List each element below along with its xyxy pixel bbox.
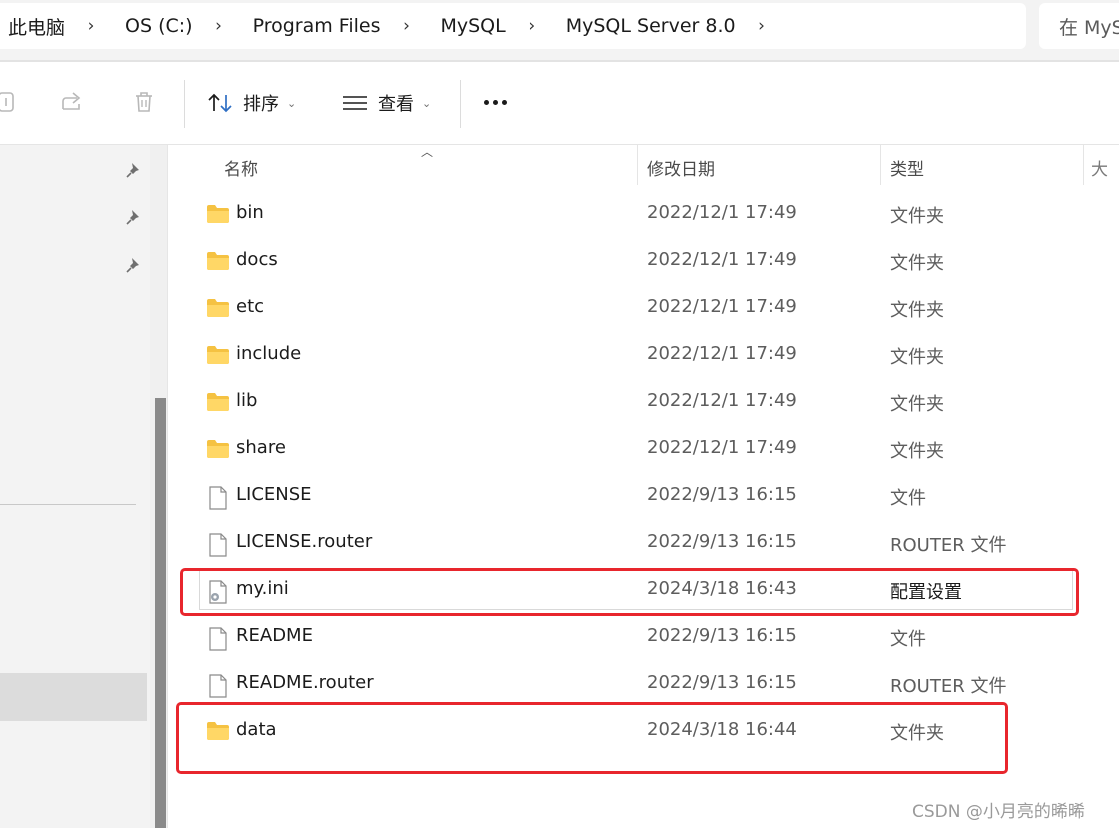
file-date: 2022/9/13 16:15 bbox=[647, 625, 797, 646]
more-icon[interactable] bbox=[484, 100, 507, 105]
chevron-down-icon: ⌄ bbox=[287, 96, 297, 110]
file-row[interactable]: bin 2022/12/1 17:49 文件夹 bbox=[176, 191, 1119, 238]
crumb-mysql-server[interactable]: MySQL Server 8.0 bbox=[558, 15, 736, 37]
search-input[interactable]: 在 MyS bbox=[1039, 3, 1119, 49]
file-row[interactable]: lib 2022/12/1 17:49 文件夹 bbox=[176, 379, 1119, 426]
file-date: 2022/12/1 17:49 bbox=[647, 202, 797, 223]
column-type[interactable]: 类型 bbox=[890, 155, 924, 180]
chevron-right-icon[interactable]: › bbox=[380, 16, 432, 36]
column-date[interactable]: 修改日期 bbox=[647, 155, 715, 180]
share-icon[interactable] bbox=[58, 88, 86, 116]
file-date: 2022/9/13 16:15 bbox=[647, 484, 797, 505]
pin-icon[interactable] bbox=[124, 255, 144, 275]
file-icon bbox=[208, 627, 232, 651]
file-type: 文件夹 bbox=[890, 253, 944, 274]
file-icon bbox=[208, 486, 232, 510]
pin-icon[interactable] bbox=[124, 207, 144, 227]
file-type: 文件 bbox=[890, 629, 926, 650]
nav-divider bbox=[0, 504, 136, 505]
column-separator[interactable] bbox=[1083, 145, 1084, 185]
chevron-down-icon: ⌄ bbox=[422, 96, 432, 110]
delete-icon[interactable] bbox=[130, 88, 158, 116]
toolbar-divider bbox=[460, 80, 461, 128]
file-date: 2022/12/1 17:49 bbox=[647, 390, 797, 411]
file-date: 2022/12/1 17:49 bbox=[647, 343, 797, 364]
file-icon bbox=[208, 533, 232, 557]
folder-icon bbox=[206, 439, 230, 461]
navigation-pane bbox=[0, 145, 150, 828]
chevron-right-icon[interactable]: › bbox=[736, 16, 788, 36]
sort-icon bbox=[207, 91, 235, 115]
sort-button[interactable]: 排序 ⌄ bbox=[207, 88, 296, 118]
chevron-right-icon[interactable]: › bbox=[193, 16, 245, 36]
view-icon bbox=[342, 93, 368, 113]
column-separator[interactable] bbox=[637, 145, 638, 185]
view-label: 查看 bbox=[378, 94, 414, 115]
file-row[interactable]: etc 2022/12/1 17:49 文件夹 bbox=[176, 285, 1119, 332]
highlight-box-my-ini bbox=[180, 568, 1079, 616]
file-date: 2022/12/1 17:49 bbox=[647, 249, 797, 270]
file-type: ROUTER 文件 bbox=[890, 676, 1007, 697]
view-button[interactable]: 查看 ⌄ bbox=[342, 88, 431, 118]
crumb-os-c[interactable]: OS (C:) bbox=[117, 15, 193, 37]
file-row[interactable]: README 2022/9/13 16:15 文件 bbox=[176, 614, 1119, 661]
crumb-program-files[interactable]: Program Files bbox=[245, 15, 381, 37]
file-name: LICENSE.router bbox=[236, 531, 373, 552]
folder-icon bbox=[206, 298, 230, 320]
file-row[interactable]: include 2022/12/1 17:49 文件夹 bbox=[176, 332, 1119, 379]
column-size[interactable]: 大 bbox=[1091, 155, 1108, 180]
file-date: 2022/9/13 16:15 bbox=[647, 672, 797, 693]
folder-icon bbox=[206, 204, 230, 226]
file-date: 2022/9/13 16:15 bbox=[647, 531, 797, 552]
crumb-mysql[interactable]: MySQL bbox=[432, 15, 505, 37]
file-type: 文件夹 bbox=[890, 347, 944, 368]
highlight-box-data bbox=[176, 702, 1008, 774]
file-date: 2022/12/1 17:49 bbox=[647, 437, 797, 458]
file-type: 文件夹 bbox=[890, 300, 944, 321]
column-header: ︿ 名称 修改日期 类型 大 bbox=[176, 145, 1119, 185]
watermark: CSDN @小月亮的晞晞 bbox=[912, 802, 1085, 822]
file-type: 文件夹 bbox=[890, 394, 944, 415]
sort-label: 排序 bbox=[243, 94, 279, 115]
pane-splitter[interactable] bbox=[167, 145, 176, 828]
toolbar-divider bbox=[184, 80, 185, 128]
scrollbar-thumb[interactable] bbox=[155, 398, 166, 828]
chevron-right-icon[interactable]: › bbox=[506, 16, 558, 36]
file-row[interactable]: LICENSE 2022/9/13 16:15 文件 bbox=[176, 473, 1119, 520]
pin-icon[interactable] bbox=[124, 160, 144, 180]
folder-icon bbox=[206, 392, 230, 414]
file-row[interactable]: README.router 2022/9/13 16:15 ROUTER 文件 bbox=[176, 661, 1119, 708]
file-row[interactable]: LICENSE.router 2022/9/13 16:15 ROUTER 文件 bbox=[176, 520, 1119, 567]
sort-ascending-icon: ︿ bbox=[421, 145, 434, 159]
file-name: README.router bbox=[236, 672, 374, 693]
file-type: 文件 bbox=[890, 488, 926, 509]
file-name: docs bbox=[236, 249, 278, 270]
file-row[interactable]: share 2022/12/1 17:49 文件夹 bbox=[176, 426, 1119, 473]
column-separator[interactable] bbox=[880, 145, 881, 185]
chevron-right-icon[interactable]: › bbox=[65, 16, 117, 36]
breadcrumb[interactable]: 此电脑 › OS (C:) › Program Files › MySQL › … bbox=[0, 3, 1026, 49]
file-date: 2022/12/1 17:49 bbox=[647, 296, 797, 317]
file-name: share bbox=[236, 437, 286, 458]
file-type: 文件夹 bbox=[890, 441, 944, 462]
file-type: ROUTER 文件 bbox=[890, 535, 1007, 556]
file-name: lib bbox=[236, 390, 258, 411]
file-name: README bbox=[236, 625, 313, 646]
folder-icon bbox=[206, 345, 230, 367]
folder-icon bbox=[206, 251, 230, 273]
command-bar bbox=[0, 62, 1119, 144]
file-name: include bbox=[236, 343, 302, 364]
column-name[interactable]: 名称 bbox=[224, 155, 258, 180]
crumb-this-pc[interactable]: 此电脑 bbox=[0, 13, 65, 40]
file-name: LICENSE bbox=[236, 484, 312, 505]
file-type: 文件夹 bbox=[890, 206, 944, 227]
file-row[interactable]: docs 2022/12/1 17:49 文件夹 bbox=[176, 238, 1119, 285]
file-name: bin bbox=[236, 202, 264, 223]
copy-icon[interactable] bbox=[0, 88, 20, 116]
file-icon bbox=[208, 674, 232, 698]
nav-selected-item[interactable] bbox=[0, 673, 147, 721]
file-name: etc bbox=[236, 296, 265, 317]
